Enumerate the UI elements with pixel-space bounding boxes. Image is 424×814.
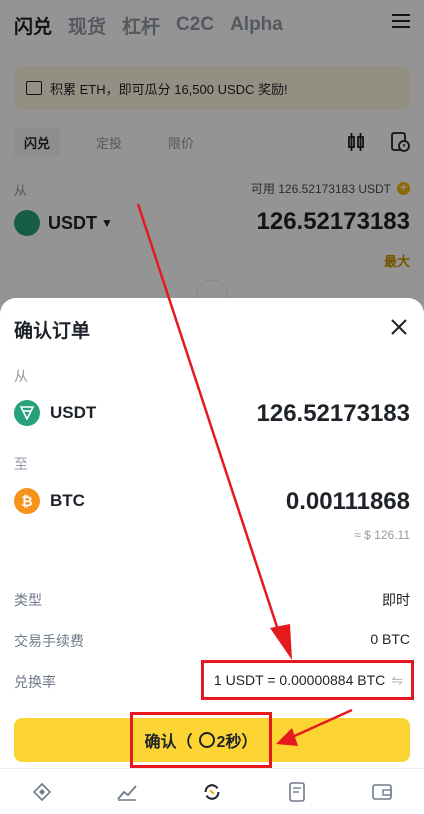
rate-value: 1 USDT = 0.00000884 BTC	[213, 672, 386, 688]
usdt-icon	[14, 400, 40, 426]
trade-icon[interactable]	[201, 781, 223, 803]
to-amount-value: 0.00111868	[285, 488, 410, 515]
confirm-order-sheet: 确认订单 从 USDT 126.52173183 至 ₿ BTC 0.00111…	[0, 298, 424, 768]
home-icon[interactable]	[31, 781, 53, 803]
to-coin-name: BTC	[50, 491, 85, 510]
type-value: 即时	[382, 592, 410, 608]
type-label: 类型	[14, 592, 42, 608]
timer-icon	[198, 732, 215, 748]
bottom-nav	[0, 768, 424, 814]
confirm-button-label-highlight[interactable]: 确认（ 2秒）	[130, 712, 272, 768]
markets-icon[interactable]	[116, 781, 138, 803]
from-coin: USDT	[14, 400, 96, 426]
confirm-countdown: 2秒）	[216, 734, 258, 751]
fee-value: 0 BTC	[370, 631, 410, 647]
close-icon[interactable]	[390, 318, 408, 336]
to-section-label: 至	[14, 456, 28, 472]
futures-icon[interactable]	[286, 781, 308, 803]
from-section-label: 从	[14, 368, 28, 384]
rate-swap-icon[interactable]: ⇋	[391, 672, 403, 689]
from-amount-value: 126.52173183	[256, 400, 411, 427]
rate-value-highlight: 1 USDT = 0.00000884 BTC ⇋	[200, 660, 414, 700]
from-coin-name: USDT	[50, 403, 97, 422]
confirm-label: 确认（	[144, 734, 193, 751]
wallet-icon[interactable]	[371, 781, 393, 803]
bitcoin-icon: ₿	[14, 488, 40, 514]
fee-label: 交易手续费	[14, 633, 84, 649]
to-coin: ₿ BTC	[14, 488, 85, 514]
approx-usd-value: ≈ $ 126.11	[354, 528, 410, 542]
rate-label: 兑换率	[14, 674, 56, 690]
sheet-title: 确认订单	[14, 321, 91, 342]
